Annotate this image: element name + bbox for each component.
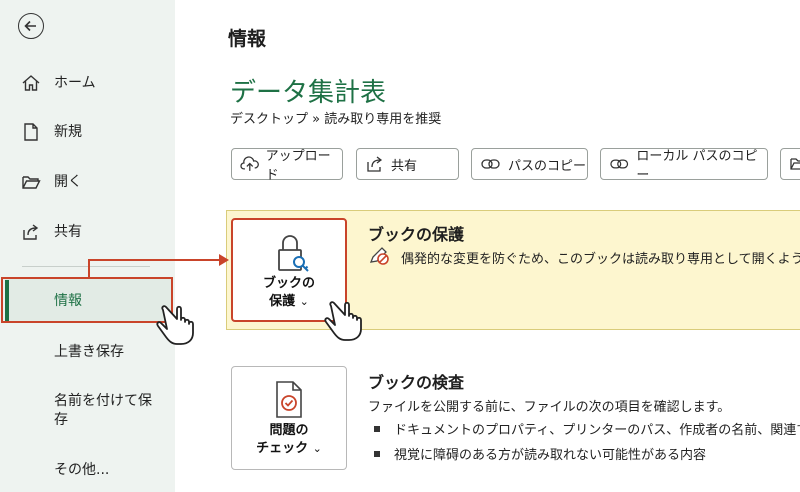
callout-connector <box>88 259 90 279</box>
callout-arrow-icon <box>219 254 229 266</box>
sidebar-item-new[interactable]: 新規 <box>0 111 175 151</box>
protect-section-title: ブックの保護 <box>368 225 465 244</box>
edit-restricted-icon <box>369 247 389 265</box>
breadcrumb: デスクトップ » 読み取り専用を推奨 <box>230 108 441 127</box>
open-folder-icon <box>22 176 41 189</box>
chevron-down-icon: ⌄ <box>312 442 322 455</box>
breadcrumb-separator: » <box>312 112 321 127</box>
link-icon <box>481 159 500 169</box>
hand-pointer-icon <box>156 305 194 345</box>
open-location-button[interactable] <box>780 148 800 180</box>
link-icon <box>610 159 629 169</box>
sidebar-item-label: 新規 <box>54 124 82 140</box>
copy-path-button[interactable]: パスのコピー <box>471 148 588 180</box>
sidebar-item-label: 共有 <box>54 224 82 240</box>
sidebar-divider <box>22 266 150 267</box>
sidebar-item-label: その他... <box>54 462 110 478</box>
page-title: 情報 <box>228 28 267 50</box>
arrow-left-icon <box>24 20 36 32</box>
bullet-dot <box>374 425 380 432</box>
sidebar-item-label: ホーム <box>54 75 96 91</box>
copy-path-button-label: パスのコピー <box>508 158 587 174</box>
check-button-line1: 問題の <box>269 423 309 438</box>
list-item: 視覚に障碍のある方が読み取れない可能性がある内容 <box>374 444 706 463</box>
sidebar-item-save-as[interactable]: 名前を付けて保存 <box>54 392 164 430</box>
folder-icon <box>790 158 800 170</box>
copy-local-path-button-label: ローカル パスのコピー <box>636 149 758 183</box>
sidebar-item-label: 開く <box>54 174 82 190</box>
sidebar-item-open[interactable]: 開く <box>0 161 175 201</box>
share-button[interactable]: 共有 <box>356 148 459 180</box>
new-document-icon <box>24 123 38 141</box>
callout-connector <box>88 259 222 261</box>
home-icon <box>22 75 40 91</box>
check-issues-button[interactable]: 問題の チェック ⌄ <box>231 366 347 470</box>
share-icon <box>23 224 39 240</box>
copy-local-path-button[interactable]: ローカル パスのコピー <box>600 148 768 183</box>
protect-button-line1: ブックの <box>262 276 315 291</box>
protect-section-description: 偶発的な変更を防ぐため、このブックは読み取り専用として開くよう設定 <box>401 252 800 267</box>
bullet-dot <box>374 450 380 457</box>
list-item: ドキュメントのプロパティ、プリンターのパス、作成者の名前、関連する日 <box>374 419 800 438</box>
check-button-line2: チェック ⌄ <box>256 441 322 456</box>
chevron-down-icon: ⌄ <box>299 295 309 308</box>
upload-button[interactable]: アップロード <box>231 148 343 183</box>
share-icon <box>367 156 383 172</box>
sidebar-item-label: 上書き保存 <box>54 344 124 360</box>
sidebar-item-more[interactable]: その他... <box>0 449 175 489</box>
hand-pointer-icon <box>324 301 362 341</box>
sidebar-item-save[interactable]: 上書き保存 <box>0 331 175 371</box>
sidebar-item-home[interactable]: ホーム <box>0 62 175 102</box>
back-button[interactable] <box>18 13 44 39</box>
breadcrumb-status: 読み取り専用を推奨 <box>324 112 442 127</box>
document-check-icon <box>276 381 302 418</box>
sidebar-item-share[interactable]: 共有 <box>0 211 175 251</box>
share-button-label: 共有 <box>391 158 418 174</box>
inspect-section-title: ブックの検査 <box>368 373 465 392</box>
callout-highlight-info <box>1 277 173 323</box>
document-title: データ集計表 <box>230 78 387 108</box>
upload-icon <box>240 156 259 171</box>
breadcrumb-location[interactable]: デスクトップ <box>230 112 308 127</box>
backstage-sidebar: ホーム 新規 開く 共有 情報 上書き保存 名前を付けて保存 その他... <box>0 0 175 492</box>
inspect-section-description: ファイルを公開する前に、ファイルの次の項目を確認します。 <box>368 400 731 415</box>
upload-button-label: アップロード <box>265 149 331 183</box>
lock-key-icon <box>278 235 309 272</box>
